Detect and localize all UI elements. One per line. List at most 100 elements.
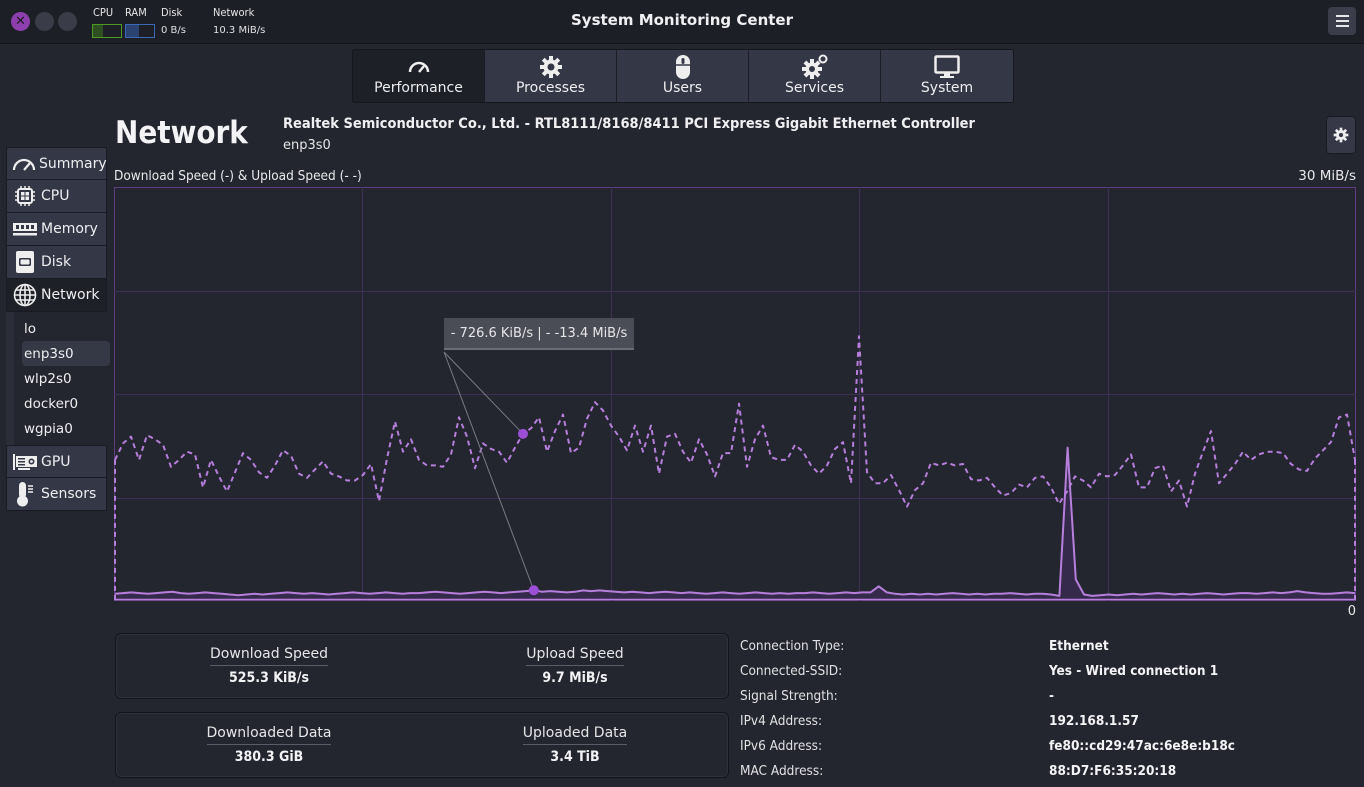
stat-value: 380.3 GiB — [234, 749, 304, 765]
title-bar: ✕ CPU RAM Disk 0 B/s Network 10.3 MiB/s … — [0, 0, 1364, 44]
stat-value: 9.7 MiB/s — [542, 670, 608, 686]
stat-label: Download Speed — [210, 646, 328, 666]
stat-value: 3.4 TiB — [550, 749, 600, 765]
speedometer-icon — [407, 54, 431, 80]
sidebar-item-summary[interactable]: Summary — [6, 147, 107, 180]
sidebar: Summary CPU Memory Disk Network lo enp3s… — [6, 147, 110, 511]
chart-settings-button[interactable] — [1326, 116, 1356, 154]
chart-tooltip: - 726.6 KiB/s | - -13.4 MiB/s — [444, 318, 634, 350]
tab-label: Users — [662, 80, 703, 96]
info-row-connection-type: Connection Type: Ethernet — [740, 633, 1340, 658]
info-row-connected-ssid: Connected-SSID: Yes - Wired connection 1 — [740, 658, 1340, 683]
info-key: IPv6 Address: — [740, 737, 823, 754]
interface-item-lo[interactable]: lo — [22, 316, 110, 341]
tab-processes[interactable]: Processes — [485, 50, 617, 102]
info-row-signal-strength: Signal Strength: - — [740, 683, 1340, 708]
uploaded-data-stat: Uploaded Data 3.4 TiB — [422, 713, 728, 777]
interface-item-enp3s0[interactable]: enp3s0 — [22, 341, 110, 366]
chart-series — [114, 335, 1356, 601]
speed-stats-box: Download Speed 525.3 KiB/s Upload Speed … — [115, 633, 729, 699]
device-name: Realtek Semiconductor Co., Ltd. - RTL811… — [283, 116, 975, 132]
info-value: fe80::cd29:47ac:6e8e:b18c — [1049, 737, 1235, 754]
sidebar-item-disk[interactable]: Disk — [6, 246, 107, 279]
hover-point-upload-speed — [518, 428, 528, 439]
gears-icon — [801, 54, 829, 80]
tab-label: Processes — [515, 80, 585, 96]
info-value: Yes - Wired connection 1 — [1049, 662, 1219, 679]
sidebar-item-label: Sensors — [41, 486, 97, 502]
download-speed-stat: Download Speed 525.3 KiB/s — [116, 634, 422, 698]
downloaded-data-stat: Downloaded Data 380.3 GiB — [116, 713, 422, 777]
memory-module-icon — [12, 221, 38, 237]
sidebar-item-memory[interactable]: Memory — [6, 213, 107, 246]
info-key: MAC Address: — [740, 762, 824, 779]
sidebar-item-label: CPU — [41, 188, 70, 204]
gpu-card-icon — [12, 453, 38, 471]
series-line-upload-speed — [114, 335, 1356, 508]
upload-speed-stat: Upload Speed 9.7 MiB/s — [422, 634, 728, 698]
network-speed-chart[interactable] — [114, 187, 1356, 601]
info-row-mac: MAC Address: 88:D7:F6:35:20:18 — [740, 758, 1340, 783]
main-tabs: Performance Processes Users Services Sys… — [352, 49, 1014, 103]
interface-item-docker0[interactable]: docker0 — [22, 391, 110, 416]
tab-label: Performance — [374, 80, 463, 96]
gear-icon — [539, 54, 563, 80]
sidebar-item-label: Memory — [41, 221, 98, 237]
info-key: IPv4 Address: — [740, 712, 823, 729]
info-key: Connected-SSID: — [740, 662, 843, 679]
mouse-icon — [675, 54, 691, 80]
page-title: Network — [115, 115, 248, 151]
speedometer-icon — [12, 157, 36, 171]
sidebar-item-sensors[interactable]: Sensors — [6, 478, 107, 511]
info-value: 192.168.1.57 — [1049, 712, 1139, 729]
info-row-ipv6: IPv6 Address: fe80::cd29:47ac:6e8e:b18c — [740, 733, 1340, 758]
info-row-ipv4: IPv4 Address: 192.168.1.57 — [740, 708, 1340, 733]
tooltip-leader-line — [443, 351, 535, 591]
tab-system[interactable]: System — [881, 50, 1013, 102]
interface-item-wlp2s0[interactable]: wlp2s0 — [22, 366, 110, 391]
stat-label: Uploaded Data — [522, 725, 628, 745]
stat-label: Downloaded Data — [206, 725, 332, 745]
sidebar-item-label: GPU — [41, 453, 71, 470]
main-menu-button[interactable] — [1328, 7, 1356, 35]
series-line-download-speed — [114, 446, 1356, 597]
stat-label: Upload Speed — [526, 646, 624, 666]
chart-ymax-label: 30 MiB/s — [1298, 168, 1356, 184]
chart-grid — [114, 187, 1356, 601]
cpu-chip-icon — [12, 185, 38, 207]
hamburger-icon-line — [1335, 25, 1349, 27]
device-interface: enp3s0 — [283, 138, 331, 153]
connection-info-table: Connection Type: Ethernet Connected-SSID:… — [740, 633, 1340, 783]
stat-value: 525.3 KiB/s — [229, 670, 309, 686]
chart-hover — [443, 351, 539, 596]
tab-performance[interactable]: Performance — [353, 50, 485, 102]
tooltip-leader-line — [443, 351, 524, 435]
info-value: - — [1049, 687, 1055, 704]
data-totals-box: Downloaded Data 380.3 GiB Uploaded Data … — [115, 712, 729, 778]
info-key: Connection Type: — [740, 637, 845, 654]
app-title: System Monitoring Center — [570, 11, 793, 29]
sidebar-item-label: Network — [41, 287, 100, 303]
monitor-icon — [934, 54, 960, 80]
gear-icon — [1333, 127, 1349, 143]
info-value: 88:D7:F6:35:20:18 — [1049, 762, 1177, 779]
sidebar-item-network[interactable]: Network — [6, 279, 107, 312]
sidebar-item-cpu[interactable]: CPU — [6, 180, 107, 213]
sidebar-item-label: Summary — [39, 155, 107, 172]
hamburger-icon-line — [1335, 20, 1349, 22]
hover-point-download-speed — [528, 585, 539, 596]
tab-label: Services — [784, 80, 845, 96]
chart-ymin-label: 0 — [1347, 604, 1356, 619]
tab-label: System — [920, 80, 974, 96]
disk-drive-icon — [12, 250, 38, 274]
tab-users[interactable]: Users — [617, 50, 749, 102]
series-area-download-speed — [115, 447, 1355, 600]
hamburger-icon — [1335, 15, 1349, 17]
sidebar-item-gpu[interactable]: GPU — [6, 445, 107, 478]
tab-services[interactable]: Services — [749, 50, 881, 102]
chart-title: Download Speed (-) & Upload Speed (- -) — [114, 168, 362, 184]
network-interface-list: lo enp3s0 wlp2s0 docker0 wgpia0 — [6, 312, 110, 445]
interface-item-wgpia0[interactable]: wgpia0 — [22, 416, 110, 441]
globe-icon — [12, 283, 38, 307]
info-key: Signal Strength: — [740, 687, 838, 704]
